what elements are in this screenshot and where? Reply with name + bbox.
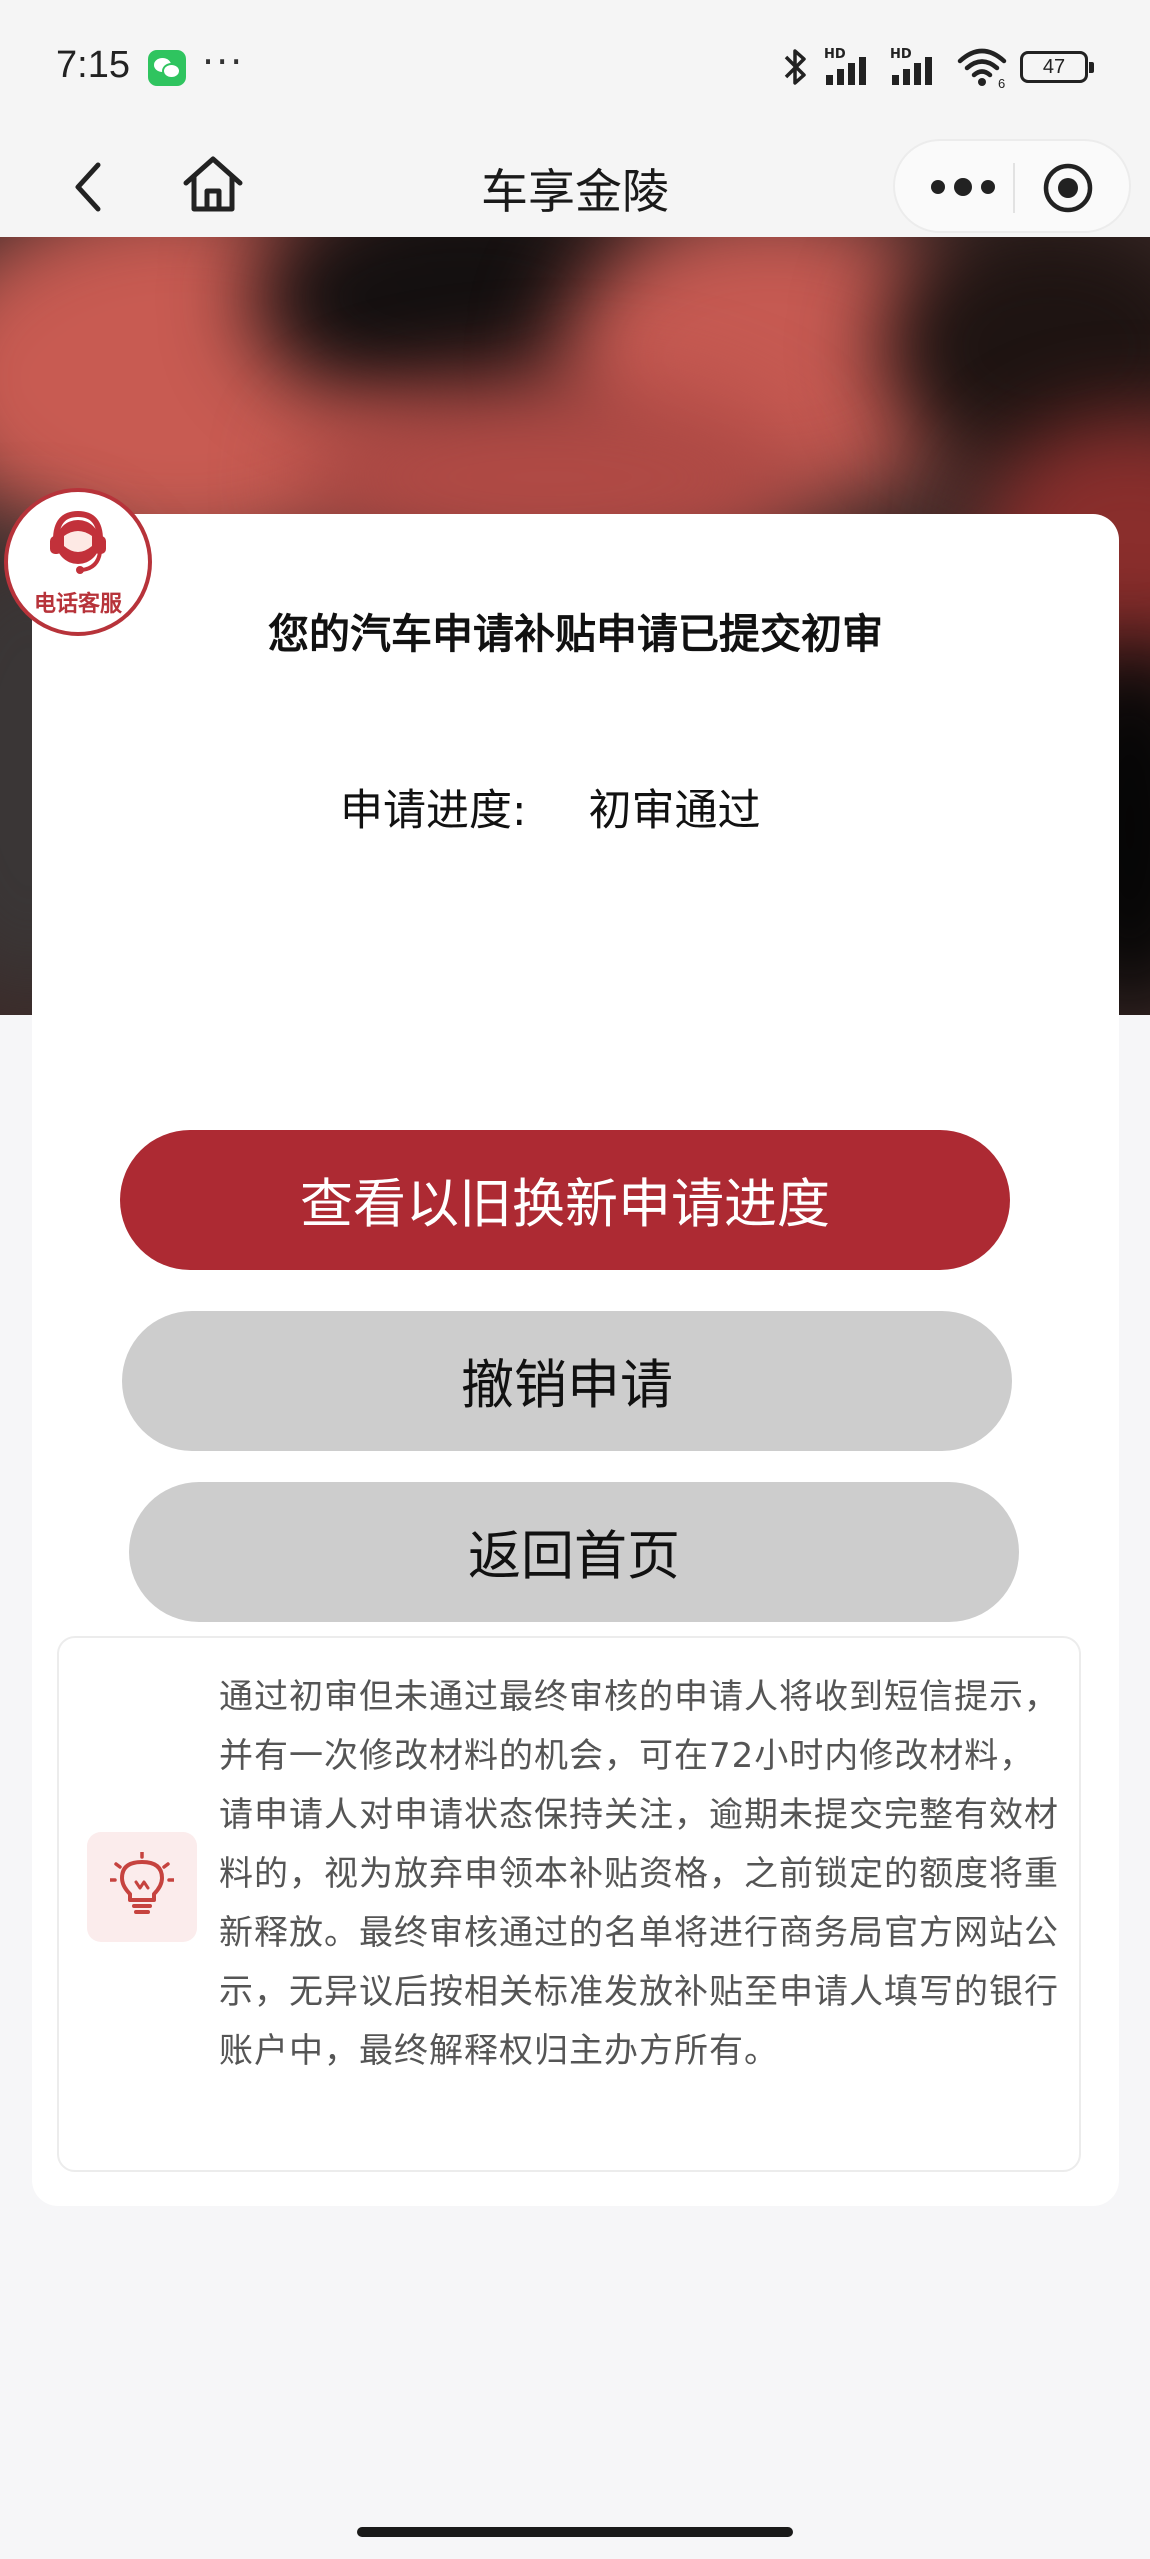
headset-agent-icon <box>50 510 106 574</box>
notice-icon-box <box>87 1832 197 1942</box>
capsule-divider <box>1013 163 1015 213</box>
home-indicator[interactable] <box>357 2527 793 2537</box>
signal-strength-icon: HD <box>824 45 878 89</box>
notice-text: 通过初审但未通过最终审核的申请人将收到短信提示，并有一次修改材料的机会，可在72… <box>219 1677 1059 2071</box>
lightbulb-icon <box>110 1852 174 1914</box>
wechat-icon <box>148 50 186 86</box>
card-title: 您的汽车申请补贴申请已提交初审 <box>268 610 883 658</box>
home-icon[interactable] <box>178 147 248 223</box>
wifi-icon: 6 <box>957 48 1007 89</box>
signal-strength-icon: HD <box>890 45 944 89</box>
view-progress-button[interactable]: 查看以旧换新申请进度 <box>120 1130 1010 1270</box>
application-status-card: 您的汽车申请补贴申请已提交初审 申请进度: 初审通过 查看以旧换新申请进度 撤销… <box>32 514 1119 2206</box>
target-close-icon[interactable] <box>1041 161 1095 215</box>
status-bar: 7:15 ··· HD HD 6 47 <box>0 0 1150 135</box>
more-dots-icon[interactable] <box>923 159 1003 215</box>
progress-label: 申请进度: <box>340 786 527 836</box>
nav-bar: 车享金陵 <box>0 135 1150 237</box>
wifi-sub-label: 6 <box>998 76 1005 89</box>
progress-row: 申请进度: 初审通过 <box>340 776 761 838</box>
notice-box: 通过初审但未通过最终审核的申请人将收到短信提示，并有一次修改材料的机会，可在72… <box>57 1636 1081 2172</box>
status-icons: HD HD 6 47 <box>780 42 1094 92</box>
notification-more-icon: ··· <box>202 40 245 84</box>
phone-service-button[interactable]: 电话客服 <box>4 488 152 636</box>
battery-level: 47 <box>1042 55 1066 78</box>
battery-icon: 47 <box>1020 51 1094 83</box>
chevron-left-icon[interactable] <box>64 151 112 223</box>
status-time: 7:15 <box>56 44 130 86</box>
progress-value: 初审通过 <box>588 786 761 836</box>
back-to-home-button[interactable]: 返回首页 <box>129 1482 1019 1622</box>
revoke-application-button[interactable]: 撤销申请 <box>122 1311 1012 1451</box>
bluetooth-icon <box>784 49 806 85</box>
phone-service-label: 电话客服 <box>33 592 122 617</box>
miniprogram-capsule <box>893 139 1131 233</box>
